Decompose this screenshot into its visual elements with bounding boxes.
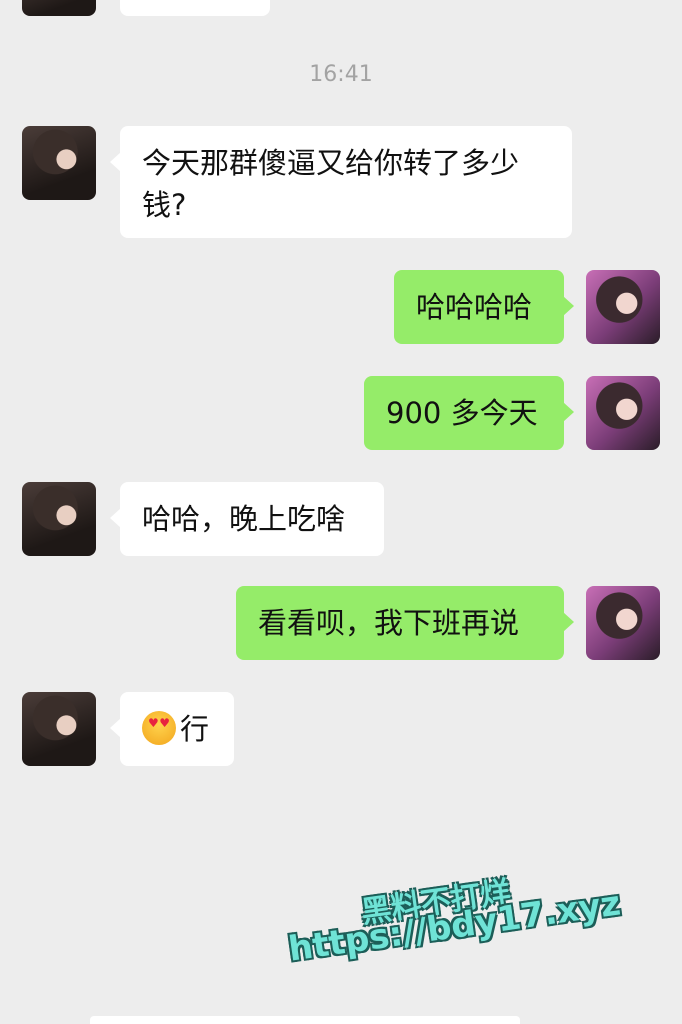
message-text: 哈哈哈哈 [416, 290, 533, 324]
self-avatar[interactable] [586, 376, 660, 450]
message-text: 哈哈，晚上吃啥 [142, 502, 346, 536]
input-bar-partial[interactable] [90, 1016, 520, 1024]
message-bubble-outgoing: 看看呗，我下班再说 [236, 586, 574, 660]
message-bubble-outgoing: 900 多今天 [364, 376, 574, 450]
message-text: 今天那群傻逼又给你转了多少钱? [142, 146, 520, 222]
timestamp: 16:41 [309, 62, 373, 87]
contact-avatar[interactable] [22, 482, 96, 556]
heart-eyes-emoji-icon [142, 711, 176, 745]
avatar-partial[interactable] [22, 0, 96, 16]
contact-avatar[interactable] [22, 692, 96, 766]
contact-avatar[interactable] [22, 126, 96, 200]
message-text: 看看呗，我下班再说 [258, 606, 520, 640]
message-text: 900 多今天 [386, 396, 538, 430]
self-avatar[interactable] [586, 586, 660, 660]
message-text: 行 [180, 712, 210, 746]
message-bubble-incoming: 哈哈，晚上吃啥 [110, 482, 384, 556]
message-bubble-outgoing: 哈哈哈哈 [394, 270, 574, 344]
message-bubble-partial [120, 0, 270, 16]
message-bubble-incoming: 今天那群傻逼又给你转了多少钱? [110, 126, 572, 238]
self-avatar[interactable] [586, 270, 660, 344]
message-bubble-incoming: 行 [110, 692, 234, 766]
